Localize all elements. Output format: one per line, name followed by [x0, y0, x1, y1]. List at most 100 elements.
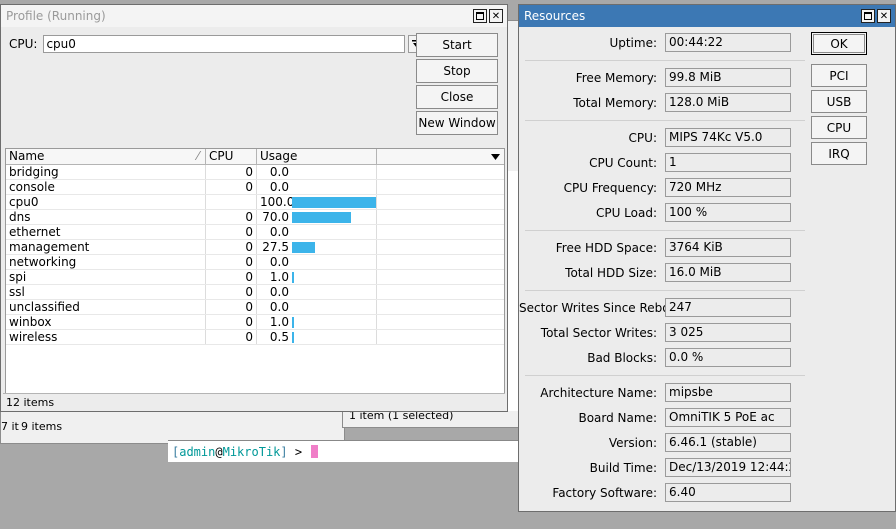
cpu-select[interactable]: cpu0: [43, 35, 425, 53]
resources-titlebar[interactable]: Resources ✕: [519, 5, 895, 27]
build-time-field[interactable]: Dec/13/2019 12:44:23: [665, 458, 791, 477]
process-cpu: 0: [206, 270, 257, 284]
version-field[interactable]: 6.46.1 (stable): [665, 433, 791, 452]
row-filler: [377, 330, 504, 344]
usage-bar: [292, 241, 316, 253]
architecture-field[interactable]: mipsbe: [665, 383, 791, 402]
table-row[interactable]: management 0 27.5: [6, 240, 504, 255]
table-row[interactable]: wireless 0 0.5: [6, 330, 504, 345]
usage-value: 1.0: [269, 315, 289, 329]
usb-button[interactable]: USB: [811, 90, 867, 113]
row-filler: [377, 225, 504, 239]
close-button[interactable]: Close: [416, 85, 498, 109]
cpu-count-field[interactable]: 1: [665, 153, 791, 172]
cpu-label: CPU:: [9, 37, 38, 51]
process-cpu: 0: [206, 210, 257, 224]
usage-bar: [292, 196, 376, 208]
factory-software-label: Factory Software:: [552, 485, 657, 500]
usage-value: 0.0: [269, 300, 289, 314]
table-row[interactable]: ssl 0 0.0: [6, 285, 504, 300]
table-row[interactable]: spi 0 1.0: [6, 270, 504, 285]
column-menu-icon[interactable]: [486, 149, 504, 164]
new-window-button[interactable]: New Window: [416, 111, 498, 135]
process-cpu: 0: [206, 285, 257, 299]
background-window-left: 7 it 9 items: [0, 410, 345, 444]
usage-value: 27.5: [262, 240, 289, 254]
cpu-button[interactable]: CPU: [811, 116, 867, 139]
total-sector-writes-field[interactable]: 3 025: [665, 323, 791, 342]
maximize-icon[interactable]: [473, 9, 487, 23]
uptime-row: Uptime: 00:44:22: [519, 33, 809, 52]
usage-bar: [292, 316, 294, 328]
process-usage: 0.0: [257, 165, 377, 179]
column-header-usage[interactable]: Usage: [257, 149, 377, 164]
table-row[interactable]: networking 0 0.0: [6, 255, 504, 270]
process-usage: 1.0: [257, 315, 377, 329]
pci-button[interactable]: PCI: [811, 64, 867, 87]
process-name: networking: [6, 255, 206, 269]
column-header-name[interactable]: Name ⁄: [6, 149, 206, 164]
table-body: bridging 0 0.0 console 0 0.0 cpu0 100.0 dns 0 70.0…: [6, 165, 504, 345]
usage-value: 0.0: [269, 180, 289, 194]
cpu-frequency-label: CPU Frequency:: [563, 180, 657, 195]
usage-value: 0.0: [269, 285, 289, 299]
free-hdd-row: Free HDD Space: 3764 KiB: [519, 238, 809, 257]
close-icon[interactable]: ✕: [489, 9, 503, 23]
terminal-line[interactable]: [admin@MikroTik] >: [168, 440, 528, 462]
table-row[interactable]: unclassified 0 0.0: [6, 300, 504, 315]
process-usage: 0.0: [257, 285, 377, 299]
row-filler: [377, 315, 504, 329]
usage-bar: [292, 331, 294, 343]
table-row[interactable]: dns 0 70.0: [6, 210, 504, 225]
process-name: ssl: [6, 285, 206, 299]
version-label: Version:: [608, 435, 657, 450]
uptime-field[interactable]: 00:44:22: [665, 33, 791, 52]
terminal-host: MikroTik: [222, 445, 281, 459]
process-usage: 0.0: [257, 255, 377, 269]
version-row: Version: 6.46.1 (stable): [519, 433, 809, 452]
process-cpu: 0: [206, 300, 257, 314]
terminal-prompt: >: [287, 445, 310, 459]
stop-button[interactable]: Stop: [416, 59, 498, 83]
bad-blocks-field[interactable]: 0.0 %: [665, 348, 791, 367]
table-row[interactable]: cpu0 100.0: [6, 195, 504, 210]
row-filler: [377, 180, 504, 194]
total-memory-field[interactable]: 128.0 MiB: [665, 93, 791, 112]
build-time-label: Build Time:: [589, 460, 657, 475]
table-row[interactable]: winbox 0 1.0: [6, 315, 504, 330]
column-header-cpu[interactable]: CPU: [206, 149, 257, 164]
process-name: spi: [6, 270, 206, 284]
maximize-icon[interactable]: [861, 9, 875, 23]
factory-software-row: Factory Software: 6.40: [519, 483, 809, 502]
cpu-load-label: CPU Load:: [595, 205, 657, 220]
terminal-at: @: [215, 445, 223, 459]
cpu-model-field[interactable]: MIPS 74Kc V5.0: [665, 128, 791, 147]
total-hdd-field[interactable]: 16.0 MiB: [665, 263, 791, 282]
factory-software-field[interactable]: 6.40: [665, 483, 791, 502]
sector-writes-reboot-field[interactable]: 247: [665, 298, 791, 317]
usage-bar: [292, 271, 294, 283]
row-filler: [377, 240, 504, 254]
cpu-load-field[interactable]: 100 %: [665, 203, 791, 222]
irq-button[interactable]: IRQ: [811, 142, 867, 165]
profile-title: Profile (Running): [6, 9, 106, 23]
free-memory-field[interactable]: 99.8 MiB: [665, 68, 791, 87]
close-icon[interactable]: ✕: [877, 9, 891, 23]
free-memory-label: Free Memory:: [575, 70, 657, 85]
process-cpu: 0: [206, 330, 257, 344]
free-hdd-field[interactable]: 3764 KiB: [665, 238, 791, 257]
table-header: Name ⁄ CPU Usage: [6, 149, 504, 165]
sector-writes-reboot-label: Sector Writes Since Reboot:: [519, 300, 686, 315]
board-field[interactable]: OmniTIK 5 PoE ac: [665, 408, 791, 427]
table-row[interactable]: bridging 0 0.0: [6, 165, 504, 180]
ok-button[interactable]: OK: [811, 32, 867, 55]
table-row[interactable]: console 0 0.0: [6, 180, 504, 195]
start-button[interactable]: Start: [416, 33, 498, 57]
process-name: wireless: [6, 330, 206, 344]
cpu-frequency-field[interactable]: 720 MHz: [665, 178, 791, 197]
profile-table: Name ⁄ CPU Usage bridging 0 0.0 console 0 0.0…: [5, 148, 505, 394]
profile-titlebar[interactable]: Profile (Running) ✕: [1, 5, 507, 27]
process-name: console: [6, 180, 206, 194]
cpu-frequency-row: CPU Frequency: 720 MHz: [519, 178, 809, 197]
table-row[interactable]: ethernet 0 0.0: [6, 225, 504, 240]
